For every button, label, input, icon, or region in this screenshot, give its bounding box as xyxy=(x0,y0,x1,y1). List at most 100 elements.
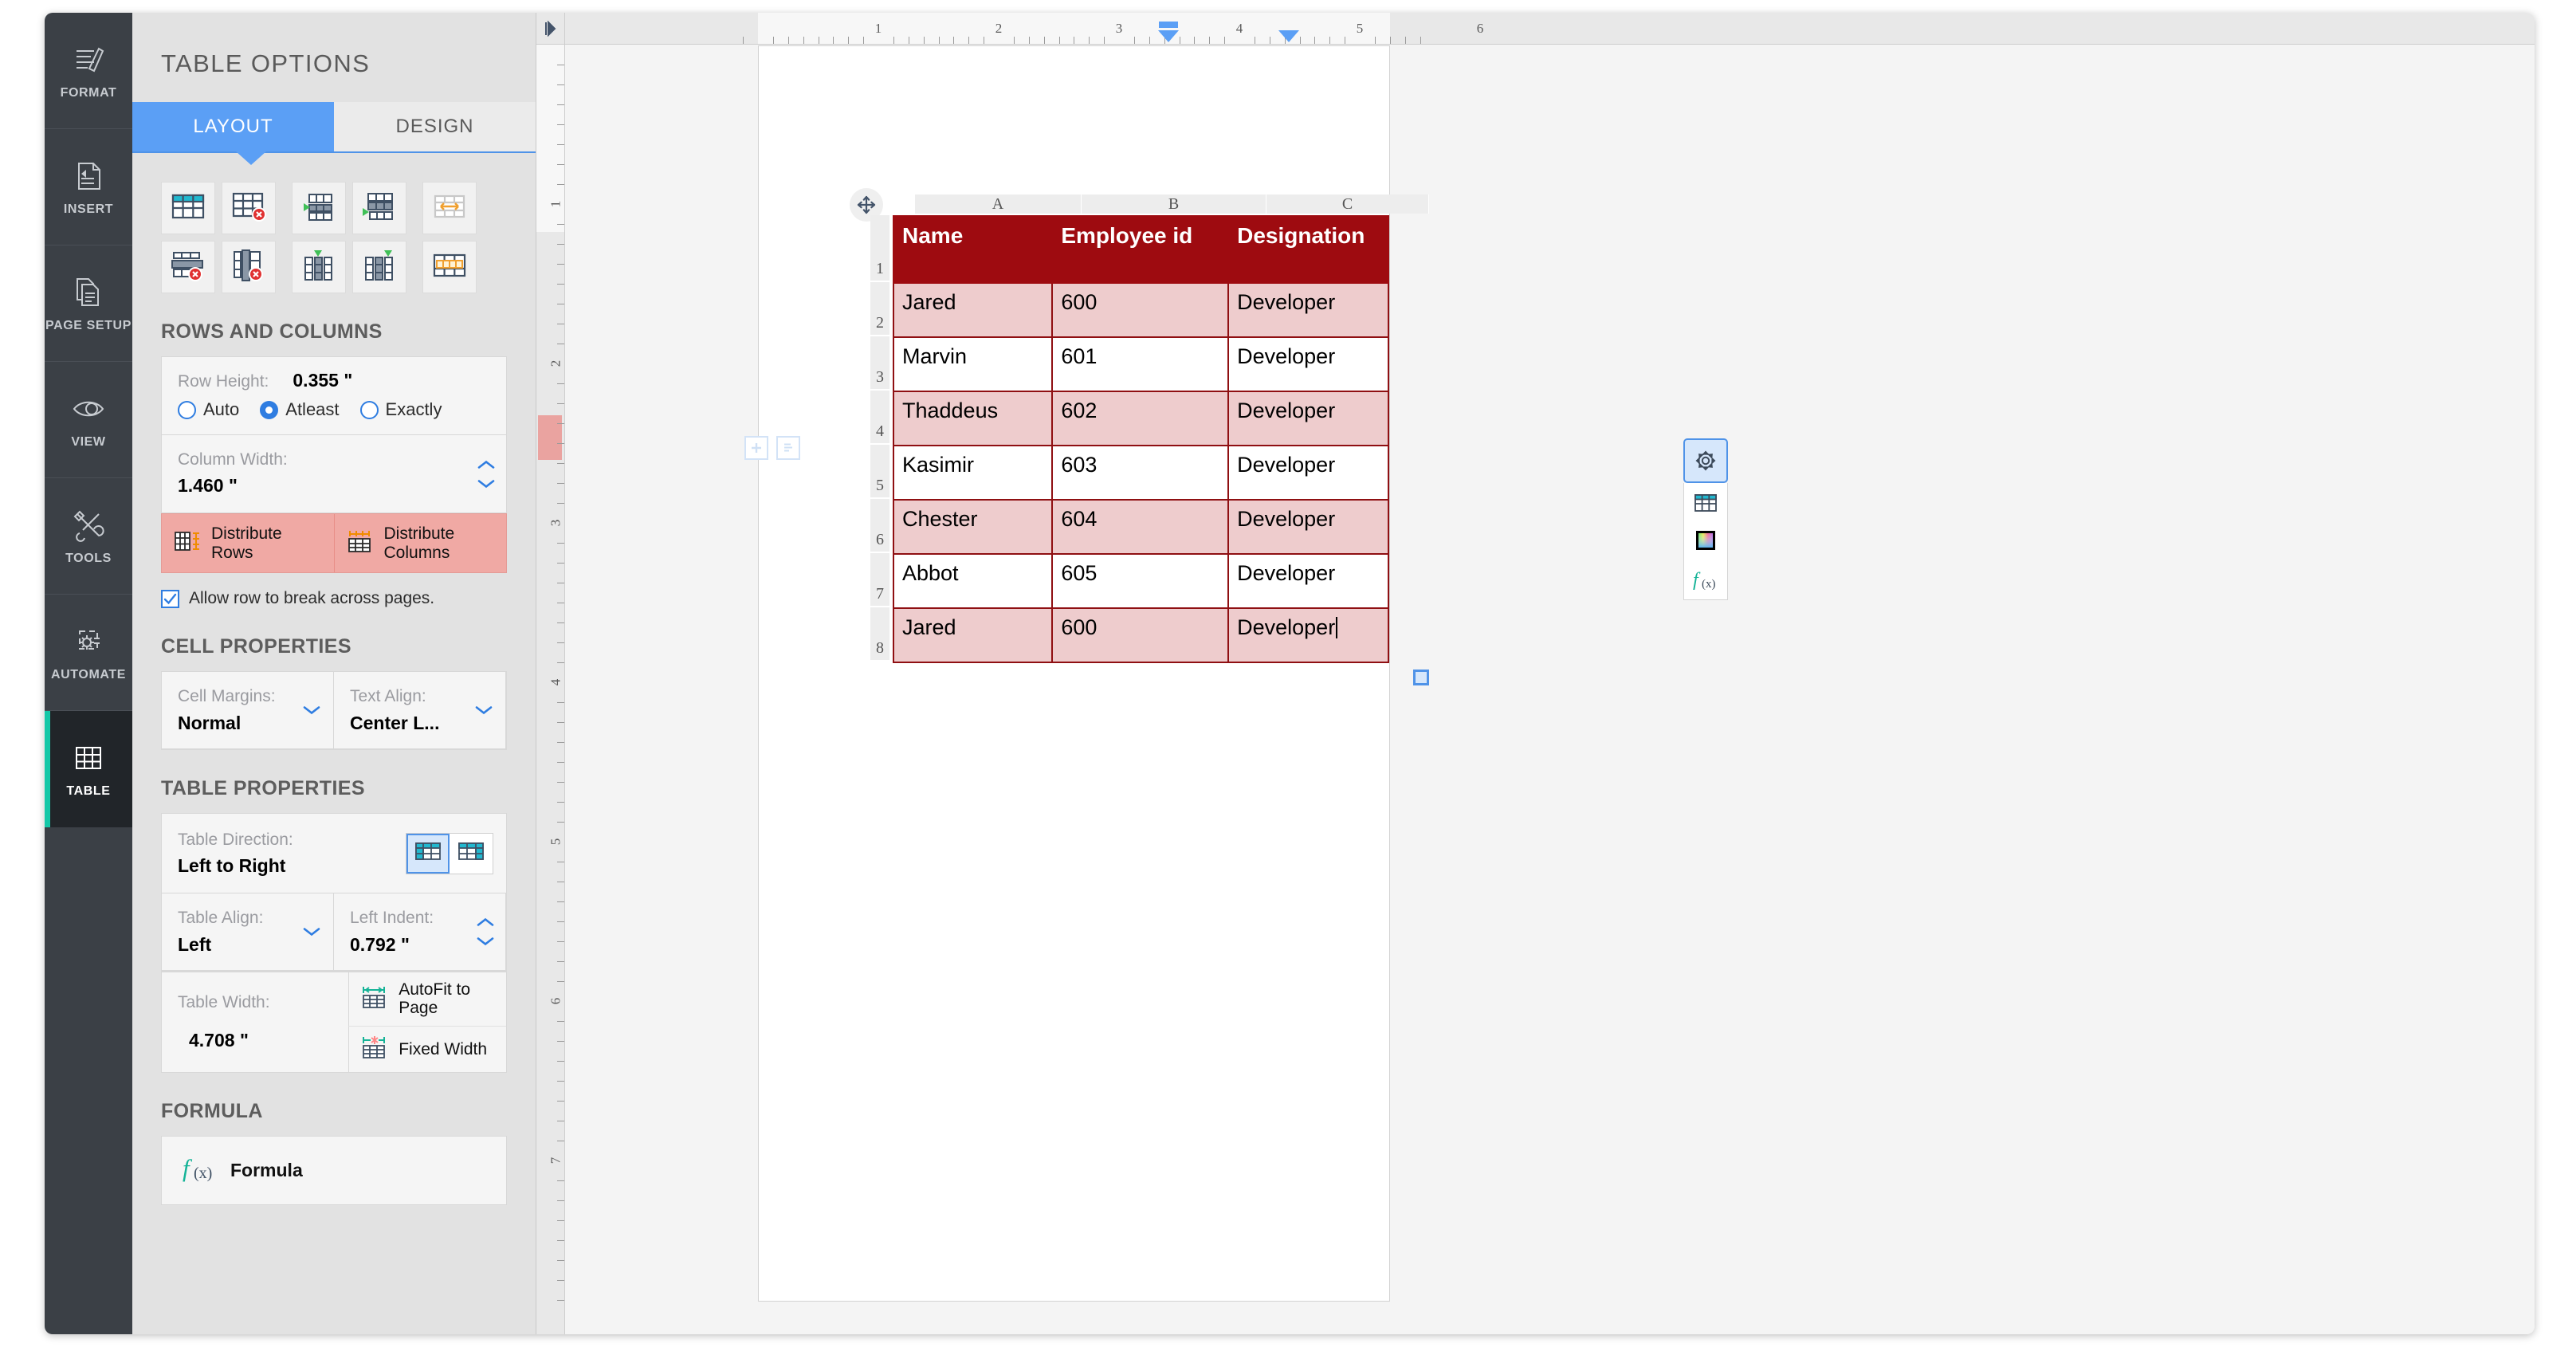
delete-table-button[interactable] xyxy=(222,182,276,234)
table-header-cell[interactable]: Name xyxy=(892,215,1054,284)
insert-table-button[interactable] xyxy=(161,182,215,234)
row-header[interactable]: 3 xyxy=(870,336,889,391)
table-header-row[interactable]: Name Employee id Designation xyxy=(892,215,1389,284)
radio-atleast[interactable]: Atleast xyxy=(260,399,340,420)
chevron-down-icon[interactable] xyxy=(477,478,495,489)
table-header-cell[interactable]: Employee id xyxy=(1051,215,1230,284)
radio-auto[interactable]: Auto xyxy=(178,399,239,420)
table-cell[interactable]: Developer xyxy=(1227,607,1389,663)
allow-break-checkbox[interactable] xyxy=(161,589,179,608)
table-cell[interactable]: Marvin xyxy=(892,336,1054,392)
table-cell[interactable]: 604 xyxy=(1051,499,1230,555)
hanging-indent-marker[interactable] xyxy=(1158,30,1179,42)
row-header[interactable]: 1 xyxy=(870,215,889,282)
chevron-down-icon[interactable] xyxy=(303,927,320,937)
chevron-up-icon[interactable] xyxy=(477,459,495,469)
table-cell[interactable]: 600 xyxy=(1051,282,1230,338)
row-header[interactable]: 7 xyxy=(870,553,889,607)
row-header[interactable]: 8 xyxy=(870,607,889,662)
table-row[interactable]: Kasimir 603 Developer xyxy=(892,445,1389,501)
right-indent-marker[interactable] xyxy=(1278,30,1299,42)
row-header[interactable]: 5 xyxy=(870,445,889,499)
vertical-ruler[interactable]: 1 2 3 4 5 6 7 xyxy=(536,45,565,1334)
direction-ltr-button[interactable] xyxy=(406,833,450,874)
rail-item-format[interactable]: FORMAT xyxy=(45,13,132,129)
table-cell[interactable]: Chester xyxy=(892,499,1054,555)
table-align-field[interactable]: Table Align: Left xyxy=(161,893,334,971)
table-cell[interactable]: Abbot xyxy=(892,553,1054,609)
table-color-button[interactable] xyxy=(1694,529,1717,552)
table-cell[interactable]: Developer xyxy=(1227,336,1389,392)
cell-margins-field[interactable]: Cell Margins: Normal xyxy=(161,671,334,749)
table-row[interactable]: Chester 604 Developer xyxy=(892,499,1389,555)
split-cells-button[interactable] xyxy=(422,241,477,293)
tab-design[interactable]: DESIGN xyxy=(334,102,536,151)
distribute-rows-button[interactable]: Distribute Rows xyxy=(162,514,335,573)
column-header[interactable]: B xyxy=(1082,194,1266,214)
table-row[interactable]: Jared 600 Developer xyxy=(892,607,1389,663)
distribute-columns-button[interactable]: Distribute Columns xyxy=(335,514,507,572)
rail-item-tools[interactable]: TOOLS xyxy=(45,478,132,595)
insert-column-left-button[interactable] xyxy=(292,241,346,293)
table-cell[interactable]: 605 xyxy=(1051,553,1230,609)
table-cell[interactable]: Developer xyxy=(1227,391,1389,446)
left-indent-field[interactable]: Left Indent: 0.792 " xyxy=(333,893,506,971)
table-cell[interactable]: 603 xyxy=(1051,445,1230,501)
table-cell[interactable]: 602 xyxy=(1051,391,1230,446)
table-row[interactable]: Jared 600 Developer xyxy=(892,282,1389,338)
ruler-corner[interactable] xyxy=(536,13,565,45)
allow-break-row[interactable]: Allow row to break across pages. xyxy=(132,573,536,608)
rail-item-automate[interactable]: AUTOMATE xyxy=(45,595,132,711)
table-row[interactable]: Abbot 605 Developer xyxy=(892,553,1389,609)
table-cell[interactable]: Developer xyxy=(1227,499,1389,555)
horizontal-ruler[interactable]: 1 2 3 4 5 6 xyxy=(565,13,2535,45)
insert-row-above-button[interactable] xyxy=(292,182,346,234)
table-resize-handle[interactable] xyxy=(1413,670,1429,685)
merge-cells-button[interactable] xyxy=(422,182,477,234)
table-cell[interactable]: 601 xyxy=(1051,336,1230,392)
delete-row-button[interactable] xyxy=(161,241,215,293)
autofit-to-page-button[interactable]: AutoFit to Page xyxy=(348,972,506,1027)
chevron-up-icon[interactable] xyxy=(477,917,494,928)
table-cell[interactable]: Developer xyxy=(1227,553,1389,609)
table-settings-button[interactable] xyxy=(1683,438,1728,483)
direction-rtl-button[interactable] xyxy=(450,834,493,874)
table-style-button[interactable] xyxy=(1694,493,1718,513)
radio-exactly[interactable]: Exactly xyxy=(359,399,442,420)
rail-item-view[interactable]: VIEW xyxy=(45,362,132,478)
insert-row-below-button[interactable] xyxy=(352,182,406,234)
table-row[interactable]: Marvin 601 Developer xyxy=(892,336,1389,392)
table-cell[interactable]: Developer xyxy=(1227,282,1389,338)
rail-item-insert[interactable]: INSERT xyxy=(45,129,132,245)
tab-layout[interactable]: LAYOUT xyxy=(132,102,334,151)
add-block-button[interactable] xyxy=(744,436,768,460)
fixed-width-button[interactable]: Fixed Width xyxy=(348,1026,506,1072)
table-width-value[interactable]: 4.708 " xyxy=(178,1030,332,1051)
table-cell[interactable]: Jared xyxy=(892,607,1054,663)
table-header-cell[interactable]: Designation xyxy=(1227,215,1389,284)
column-header[interactable]: A xyxy=(915,194,1082,214)
row-header[interactable]: 4 xyxy=(870,391,889,445)
table-cell[interactable]: Jared xyxy=(892,282,1054,338)
delete-column-button[interactable] xyxy=(222,241,276,293)
chevron-down-icon[interactable] xyxy=(477,937,494,947)
formula-button[interactable]: f (x) Formula xyxy=(161,1135,507,1205)
row-header[interactable]: 6 xyxy=(870,499,889,553)
employee-table[interactable]: Name Employee id Designation Jared 600 Develo… xyxy=(892,215,1389,663)
chevron-down-icon[interactable] xyxy=(475,705,493,716)
rail-item-table[interactable]: TABLE xyxy=(45,711,132,827)
table-row[interactable]: Thaddeus 602 Developer xyxy=(892,391,1389,446)
first-line-indent-marker[interactable] xyxy=(1159,22,1178,28)
row-height-value[interactable]: 0.355 " xyxy=(293,370,352,391)
document-page[interactable]: ABC 12345678 Name Employee id Designation J… xyxy=(744,45,1429,1302)
text-align-field[interactable]: Text Align: Center L... xyxy=(333,671,506,749)
column-width-value[interactable]: 1.460 " xyxy=(178,475,490,497)
row-header[interactable]: 2 xyxy=(870,282,889,336)
table-cell[interactable]: Developer xyxy=(1227,445,1389,501)
table-formula-button[interactable]: f (x) xyxy=(1692,567,1719,591)
rail-item-page-setup[interactable]: PAGE SETUP xyxy=(45,245,132,362)
column-header[interactable]: C xyxy=(1266,194,1429,214)
table-cell[interactable]: Kasimir xyxy=(892,445,1054,501)
insert-column-right-button[interactable] xyxy=(352,241,406,293)
table-cell[interactable]: 600 xyxy=(1051,607,1230,663)
